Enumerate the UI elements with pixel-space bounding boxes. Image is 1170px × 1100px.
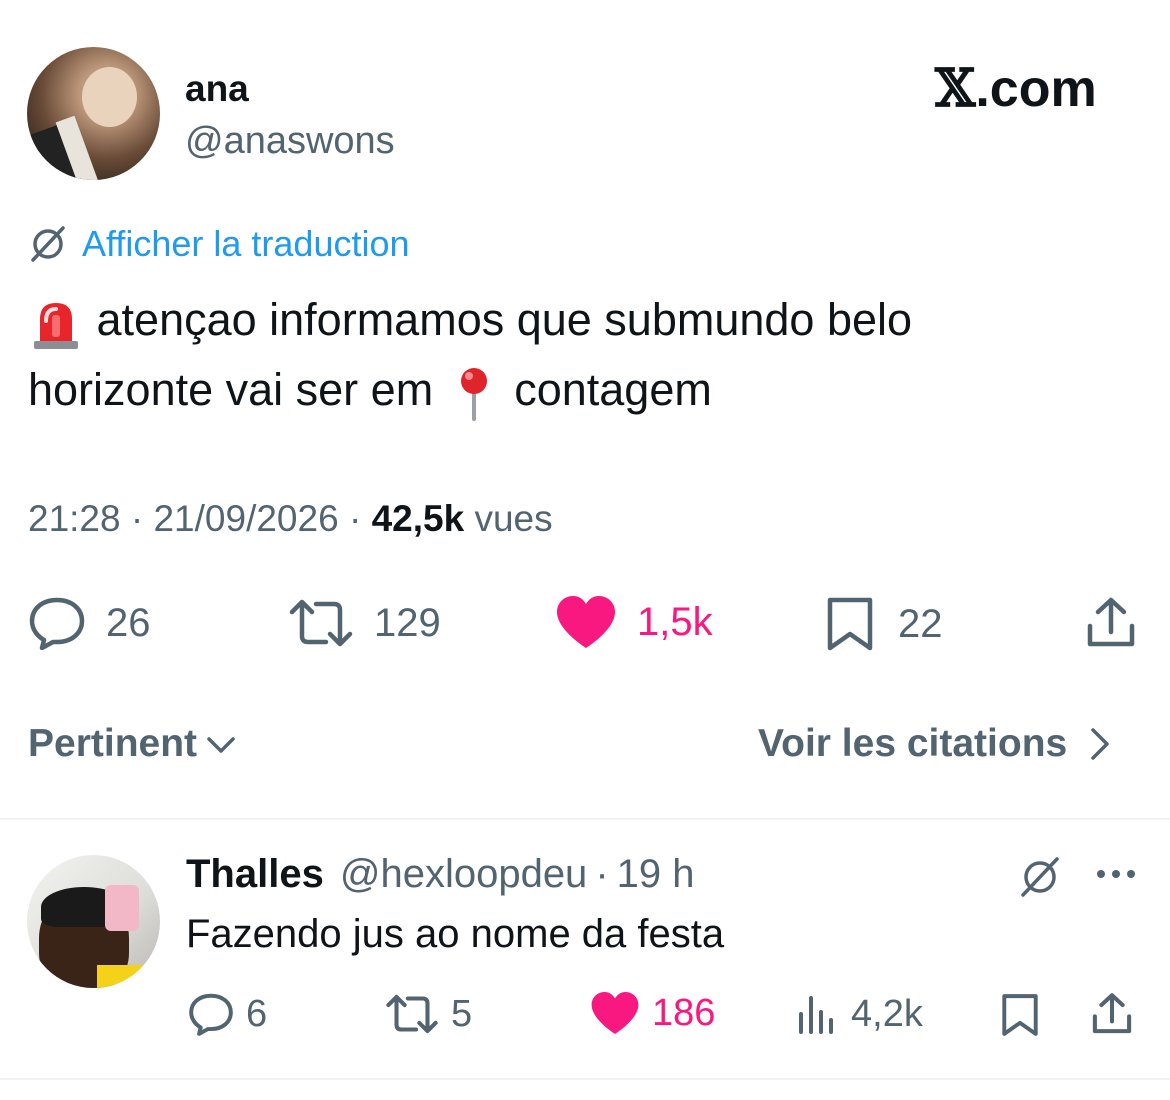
pushpin-icon [460, 368, 487, 422]
reply-button[interactable]: 26 [28, 596, 151, 650]
reply-text: Fazendo jus ao nome da festa [186, 912, 725, 956]
translate-icon [31, 226, 65, 262]
bookmark-button[interactable]: 22 [822, 596, 943, 652]
views-count: 42,5k [371, 498, 465, 539]
share-icon [1092, 993, 1132, 1034]
meta-separator: · [130, 498, 144, 539]
chevron-down-icon [207, 737, 235, 753]
meta-separator: · [348, 498, 362, 539]
replies-sort-dropdown[interactable]: Pertinent [28, 722, 239, 766]
author-name[interactable]: ana [185, 68, 249, 110]
bookmark-count: 22 [898, 601, 943, 646]
tweet-line-2a: horizonte vai ser em [28, 364, 434, 415]
tweet-meta: 21:28 · 21/09/2026 · 42,5k vues [28, 498, 553, 540]
retweet-button[interactable]: 129 [288, 596, 441, 650]
reply-time[interactable]: 19 h [617, 852, 695, 897]
reply-author-name[interactable]: Thalles [186, 852, 324, 897]
chevron-right-icon [1091, 728, 1109, 760]
reply-translate-icon[interactable] [1018, 855, 1062, 899]
reply-views-count: 4,2k [851, 992, 923, 1035]
siren-icon [34, 303, 78, 350]
tweet-line-2b: contagem [514, 364, 712, 415]
reply-reply-button[interactable]: 6 [188, 992, 267, 1036]
x-logo-icon: 𝕏 [935, 58, 976, 119]
tweet-text: atençao informamos que submundo belo hor… [28, 285, 1138, 425]
reply-like-count: 186 [652, 991, 716, 1034]
retweet-count: 129 [374, 600, 441, 645]
like-button[interactable]: 1,5k [555, 594, 713, 650]
reply-retweet-count: 5 [451, 992, 473, 1035]
reply-like-button[interactable]: 186 [590, 990, 715, 1036]
translate-row[interactable]: Afficher la traduction [28, 223, 410, 265]
view-quotes-link[interactable]: Voir les citations [758, 722, 1119, 766]
reply-reply-count: 6 [246, 992, 268, 1035]
reply-retweet-button[interactable]: 5 [385, 992, 472, 1036]
reply-share-button[interactable] [1090, 992, 1146, 1036]
divider [0, 1078, 1170, 1080]
tweet-time[interactable]: 21:28 [28, 498, 121, 539]
site-logo: 𝕏.com [935, 58, 1097, 119]
reply-separator: · [595, 852, 609, 896]
reply-icon [189, 993, 233, 1036]
reply-header: Thalles @hexloopdeu · 19 h [186, 852, 695, 897]
heart-filled-icon [557, 596, 615, 648]
analytics-icon [799, 996, 833, 1034]
divider [0, 818, 1170, 820]
reply-author-handle[interactable]: @hexloopdeu [340, 852, 587, 897]
retweet-icon [386, 994, 438, 1034]
share-icon [1087, 597, 1135, 647]
author-avatar[interactable] [27, 47, 160, 180]
author-handle[interactable]: @anaswons [185, 120, 395, 163]
site-logo-text: .com [975, 60, 1097, 118]
sort-label: Pertinent [28, 722, 198, 765]
show-translation-link[interactable]: Afficher la traduction [82, 223, 410, 265]
reply-views-button[interactable]: 4,2k [795, 992, 923, 1036]
reply-author-avatar[interactable] [27, 855, 160, 988]
reply-icon [29, 597, 85, 650]
view-quotes-label: Voir les citations [758, 722, 1068, 765]
views-label: vues [474, 498, 553, 539]
more-options-icon[interactable] [1093, 862, 1139, 886]
bookmark-icon [827, 597, 873, 651]
tweet-date[interactable]: 21/09/2026 [153, 498, 338, 539]
share-button[interactable] [1084, 596, 1158, 650]
reply-bookmark-button[interactable] [998, 992, 1054, 1038]
tweet-line-1: atençao informamos que submundo belo [96, 294, 913, 345]
like-count: 1,5k [637, 599, 713, 644]
bookmark-icon [1002, 994, 1038, 1036]
reply-count: 26 [106, 600, 151, 645]
heart-filled-icon [591, 992, 639, 1034]
retweet-icon [289, 599, 353, 647]
